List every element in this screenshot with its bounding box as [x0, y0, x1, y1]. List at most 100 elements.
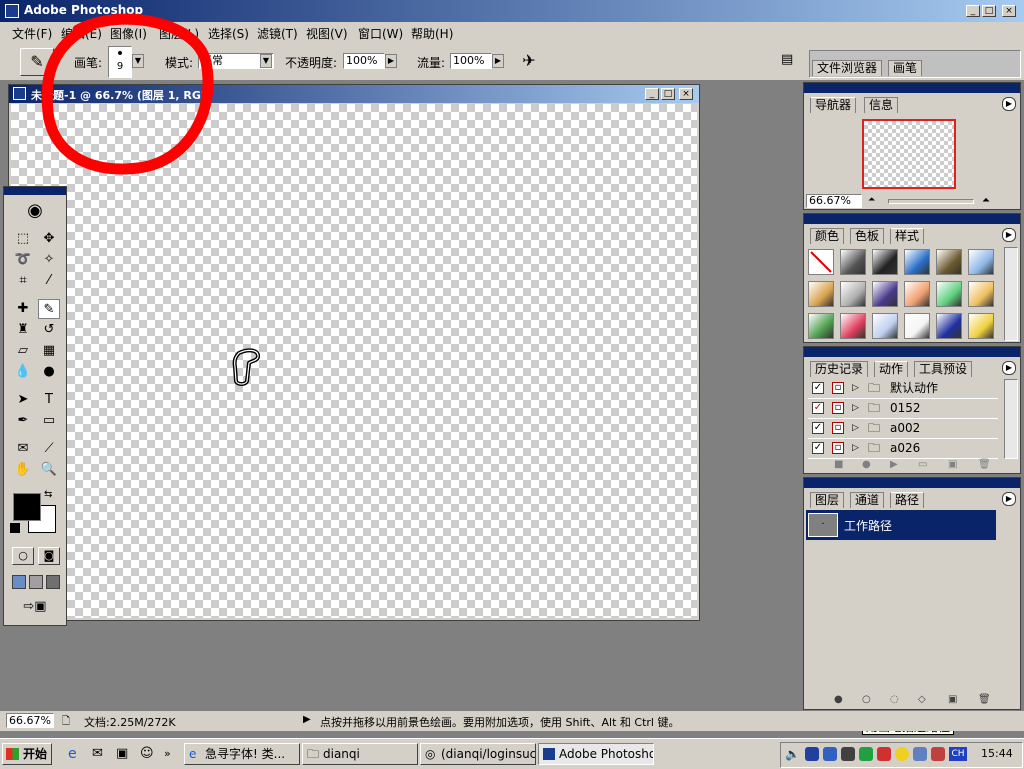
navigator-zoom-input[interactable]: 66.67%	[806, 194, 862, 208]
crop-tool-icon[interactable]: ⌗	[12, 271, 34, 291]
fill-path-icon[interactable]: ●	[834, 694, 843, 705]
minimize-button[interactable]: _	[966, 5, 980, 17]
opacity-input[interactable]: 100%	[343, 53, 385, 69]
style-swatch[interactable]	[968, 313, 994, 339]
opacity-slider-arrow[interactable]: ▶	[385, 54, 397, 68]
task-folder-window[interactable]: 🗀 dianqi	[302, 743, 418, 765]
load-selection-icon[interactable]: ◌	[890, 694, 899, 705]
desktop-quicklaunch-icon[interactable]: ▣	[116, 746, 128, 761]
brush-tool-icon[interactable]: ✎	[38, 299, 60, 319]
panel-menu-arrow[interactable]: ▶	[1002, 492, 1016, 506]
notes-tool-icon[interactable]: ✉	[12, 439, 34, 459]
tray-app-icon[interactable]	[877, 747, 891, 761]
canvas[interactable]	[11, 104, 697, 618]
style-swatch[interactable]	[808, 281, 834, 307]
new-path-icon[interactable]: ▣	[948, 694, 957, 705]
tab-actions[interactable]: 动作	[874, 361, 909, 377]
expand-triangle-icon[interactable]: ▷	[852, 439, 859, 458]
tab-brushes[interactable]: 画笔	[888, 60, 923, 76]
task-browser-window[interactable]: ◎ (dianqi/loginsuc...	[420, 743, 536, 765]
marquee-tool-icon[interactable]: ⬚	[12, 229, 34, 249]
tab-info[interactable]: 信息	[864, 97, 899, 113]
paths-panel-header[interactable]	[804, 478, 1020, 488]
tab-paths[interactable]: 路径	[890, 492, 925, 508]
expand-triangle-icon[interactable]: ▷	[852, 399, 859, 418]
move-tool-icon[interactable]: ✥	[38, 229, 60, 249]
action-checkbox[interactable]: ✓	[812, 422, 824, 434]
style-swatch[interactable]	[904, 249, 930, 275]
style-swatch[interactable]	[872, 281, 898, 307]
navigator-thumbnail[interactable]	[862, 119, 956, 189]
eyedropper-icon[interactable]: ⟋	[38, 439, 60, 459]
eraser-tool-icon[interactable]: ▱	[12, 341, 34, 361]
zoom-tool-icon[interactable]: 🔍	[38, 460, 60, 480]
action-set-row[interactable]: ✓ ▫ ▷ 🗀 a026	[808, 439, 998, 459]
style-swatch[interactable]	[840, 281, 866, 307]
dodge-tool-icon[interactable]: ●	[38, 362, 60, 382]
quicklaunch-more-icon[interactable]: »	[164, 747, 171, 760]
adobe-online-icon[interactable]: ◉	[6, 199, 64, 223]
actions-scrollbar[interactable]	[1004, 379, 1018, 459]
style-swatch[interactable]	[872, 249, 898, 275]
palette-menu-icon[interactable]: ▤	[781, 52, 795, 68]
flow-slider-arrow[interactable]: ▶	[492, 54, 504, 68]
ie-quicklaunch-icon[interactable]: e	[68, 746, 77, 762]
action-checkbox[interactable]: ✓	[812, 382, 824, 394]
lasso-tool-icon[interactable]: ➰	[12, 250, 34, 270]
style-swatch[interactable]	[904, 281, 930, 307]
styles-panel-header[interactable]	[804, 214, 1020, 224]
tab-channels[interactable]: 通道	[850, 492, 885, 508]
doc-maximize-button[interactable]: □	[661, 88, 675, 100]
style-swatch[interactable]	[872, 313, 898, 339]
task-ie-window[interactable]: e 急寻字体! 类...	[184, 743, 300, 765]
style-swatch[interactable]	[936, 281, 962, 307]
path-selection-icon[interactable]: ➤	[12, 390, 34, 410]
history-brush-icon[interactable]: ↺	[38, 320, 60, 340]
tray-app-icon[interactable]	[931, 747, 945, 761]
shape-tool-icon[interactable]: ▭	[38, 411, 60, 431]
menu-view[interactable]: 视图(V)	[306, 25, 348, 42]
action-set-row[interactable]: ✓ ▫ ▷ 🗀 a002	[808, 419, 998, 439]
screen-mode-full-icon[interactable]	[46, 575, 60, 589]
doc-close-button[interactable]: ×	[679, 88, 693, 100]
actions-panel-header[interactable]	[804, 347, 1020, 357]
default-colors-icon[interactable]	[10, 523, 20, 533]
panel-menu-arrow[interactable]: ▶	[1002, 97, 1016, 111]
stop-icon[interactable]: ■	[834, 459, 843, 470]
menu-filter[interactable]: 滤镜(T)	[257, 25, 298, 42]
swap-colors-icon[interactable]: ⇆	[44, 489, 52, 500]
styles-scrollbar[interactable]	[1004, 247, 1018, 341]
toolbox-header[interactable]	[4, 187, 66, 195]
work-path-row[interactable]: · 工作路径	[806, 510, 996, 540]
style-swatch[interactable]	[904, 313, 930, 339]
doc-info-icon[interactable]: 🗋	[62, 714, 70, 731]
action-checkbox[interactable]: ✓	[812, 402, 824, 414]
panel-menu-arrow[interactable]: ▶	[1002, 228, 1016, 242]
new-set-icon[interactable]: ▭	[918, 459, 927, 470]
volume-icon[interactable]: 🔈	[785, 747, 800, 761]
status-zoom-input[interactable]: 66.67%	[6, 713, 54, 728]
dialog-toggle-icon[interactable]: ▫	[832, 422, 844, 434]
tray-app-icon[interactable]	[859, 747, 873, 761]
menu-window[interactable]: 窗口(W)	[358, 25, 403, 42]
record-icon[interactable]: ●	[862, 459, 871, 470]
expand-triangle-icon[interactable]: ▷	[852, 419, 859, 438]
status-menu-arrow[interactable]: ▶	[303, 714, 311, 725]
panel-menu-arrow[interactable]: ▶	[1002, 361, 1016, 375]
standard-mode-button[interactable]: ○	[12, 547, 34, 565]
blur-tool-icon[interactable]: 💧	[12, 362, 34, 382]
language-indicator[interactable]: CH	[949, 747, 967, 761]
magic-wand-icon[interactable]: ✧	[38, 250, 60, 270]
type-tool-icon[interactable]: T	[38, 390, 60, 410]
delete-path-icon[interactable]: 🗑	[978, 694, 991, 705]
dialog-toggle-icon[interactable]: ▫	[832, 382, 844, 394]
hand-tool-icon[interactable]: ✋	[12, 460, 34, 480]
pen-tool-icon[interactable]: ✒	[12, 411, 34, 431]
navigator-panel-header[interactable]	[804, 83, 1020, 93]
tray-app-icon[interactable]	[841, 747, 855, 761]
menu-help[interactable]: 帮助(H)	[411, 25, 453, 42]
slice-tool-icon[interactable]: ⁄	[38, 271, 60, 291]
clone-stamp-icon[interactable]: ♜	[12, 320, 34, 340]
tray-app-icon[interactable]	[805, 747, 819, 761]
outlook-quicklaunch-icon[interactable]: ✉	[92, 746, 103, 761]
